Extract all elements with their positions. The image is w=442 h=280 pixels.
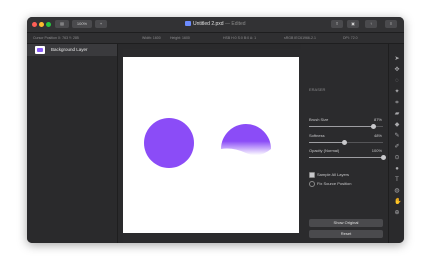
magic-wand-icon[interactable]: ✦ <box>394 89 400 95</box>
fix-source-position-label: Fix Source Position <box>317 181 352 187</box>
layer-item[interactable]: Background Layer <box>27 44 117 56</box>
image-height: Height: 1600 <box>170 36 190 40</box>
zoom-icon[interactable]: ⊕ <box>394 210 400 216</box>
dpi-readout: DPI: 72.0 <box>343 36 358 40</box>
image-width: Width: 1600 <box>142 36 161 40</box>
eraser-icon[interactable]: ▰ <box>394 111 400 117</box>
layer-label: Background Layer <box>51 47 88 52</box>
export-icon[interactable]: ⇪ <box>331 20 343 28</box>
layer-thumbnail <box>35 46 45 54</box>
radio-unchecked-icon[interactable] <box>309 181 315 187</box>
lasso-icon[interactable]: ◌ <box>394 78 400 84</box>
brush-size-value: 87% <box>373 117 382 122</box>
share-icon[interactable]: ↑ <box>365 20 377 28</box>
document-icon <box>185 21 191 27</box>
view-mode-button[interactable]: ▤ <box>55 20 69 28</box>
reset-button[interactable]: Reset <box>309 230 383 238</box>
info-bar: Cursor Position X: 763 Y: 285 Width: 160… <box>27 33 404 44</box>
color-space: sRGB IEC61966-2.1 <box>284 36 316 40</box>
show-original-button[interactable]: Show Original <box>309 219 383 227</box>
opacity-label: Opacity (Normal) <box>309 148 340 153</box>
more-icon[interactable]: ≡ <box>385 20 397 28</box>
titlebar: ▤ 100% + Untitled 2.pxd — Edited ⇪ ▣ ↑ ≡ <box>27 17 404 33</box>
brush-size-knob[interactable] <box>370 124 376 129</box>
sample-all-layers-label: Sample All Layers <box>317 172 350 178</box>
brush-size-label: Brush Size <box>309 117 329 122</box>
bucket-icon[interactable]: ◆ <box>394 122 400 128</box>
tools-toolbar: ➤ ✥ ◌ ✦ ⌗ ▰ ◆ ✎ ✐ ⊙ ● T ◍ ✋ ⊕ <box>388 44 404 243</box>
cursor-position: Cursor Position X: 763 Y: 285 <box>33 36 79 40</box>
close-window-button[interactable] <box>32 22 37 27</box>
app-window: ▤ 100% + Untitled 2.pxd — Edited ⇪ ▣ ↑ ≡… <box>27 17 404 243</box>
purple-circle-shape <box>144 118 194 168</box>
hand-icon[interactable]: ✋ <box>394 199 401 205</box>
add-button[interactable]: + <box>95 20 107 28</box>
brush-size-slider[interactable] <box>309 124 383 129</box>
zoom-dropdown[interactable]: 100% <box>72 20 92 28</box>
fix-source-position-option[interactable]: Fix Source Position <box>309 181 351 187</box>
layers-toggle-icon[interactable]: ▣ <box>347 20 359 28</box>
softness-knob[interactable] <box>342 140 348 145</box>
layers-sidebar: Background Layer <box>27 44 118 243</box>
document-name: Untitled 2.pxd <box>193 21 224 27</box>
canvas[interactable] <box>123 57 299 233</box>
zoom-window-button[interactable] <box>46 22 51 27</box>
softness-value: 48% <box>373 133 382 138</box>
color-readout: HSB H:0 S:0 B:0 A: 1 <box>223 36 257 40</box>
sample-all-layers-checkbox[interactable]: Sample All Layers <box>309 172 349 178</box>
shape-icon[interactable]: ● <box>394 166 400 172</box>
opacity-knob[interactable] <box>380 155 386 160</box>
eraser-panel: ERASER Brush Size 87% Softness 48% Opaci… <box>303 44 386 243</box>
canvas-artwork <box>144 118 271 168</box>
opacity-slider[interactable] <box>309 155 386 160</box>
blur-icon[interactable]: ◍ <box>394 188 400 194</box>
move-icon[interactable]: ✥ <box>394 67 400 73</box>
panel-title: ERASER <box>309 87 326 92</box>
softness-slider[interactable] <box>309 140 383 145</box>
arrow-icon[interactable]: ➤ <box>394 56 400 62</box>
erased-circle-shape <box>221 124 271 156</box>
text-icon[interactable]: T <box>394 177 400 183</box>
brush-icon[interactable]: ✎ <box>394 133 400 139</box>
minimize-window-button[interactable] <box>39 22 44 27</box>
clone-icon[interactable]: ⊙ <box>394 155 400 161</box>
edited-indicator: — Edited <box>224 21 246 27</box>
crop-icon[interactable]: ⌗ <box>394 100 400 106</box>
opacity-value: 100% <box>371 148 382 153</box>
document-title: Untitled 2.pxd — Edited <box>185 21 246 27</box>
pencil-icon[interactable]: ✐ <box>394 144 400 150</box>
softness-label: Softness <box>309 133 325 138</box>
checkbox-checked-icon[interactable] <box>309 172 315 178</box>
